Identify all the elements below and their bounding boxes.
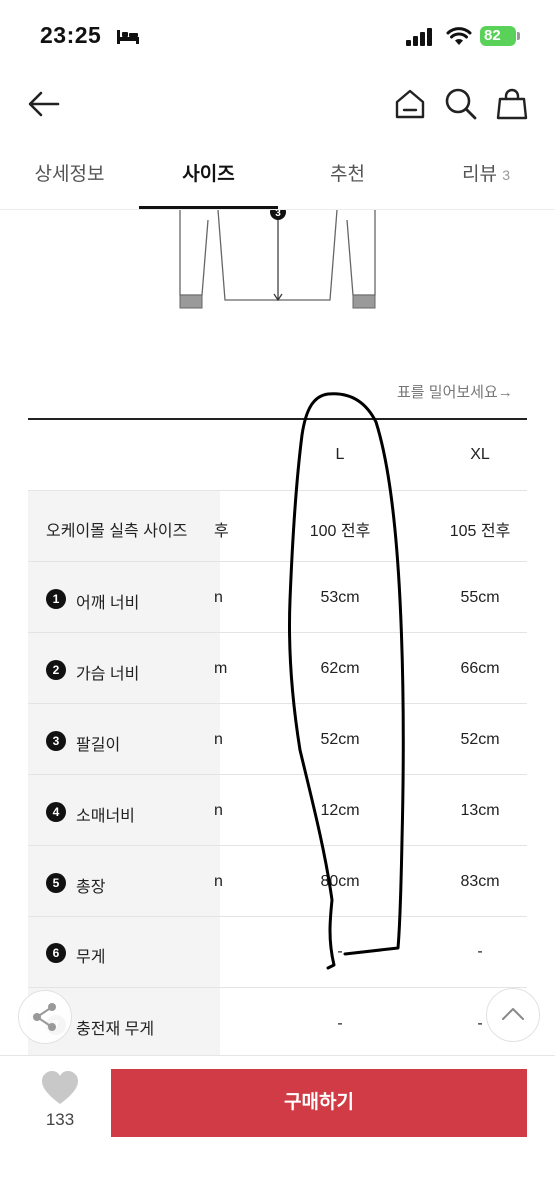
row-label-weight: 무게 — [76, 949, 106, 966]
tab-review-label: 리뷰 — [461, 164, 497, 185]
buy-button[interactable]: 구매하기 — [111, 1069, 527, 1137]
hidden-column-fragment: n — [214, 873, 223, 890]
status-bar: 23:25 82 — [0, 0, 555, 72]
row-label-arm-length: 팔길이 — [76, 737, 121, 754]
home-icon[interactable] — [392, 86, 428, 122]
cell-xl-arm-length: 52cm — [460, 731, 500, 748]
tab-review[interactable]: 리뷰 3 — [417, 158, 555, 192]
battery-tip — [517, 32, 520, 40]
battery-indicator: 82 — [480, 26, 516, 46]
like-count: 133 — [45, 1110, 75, 1129]
row-label-chest: 가슴 너비 — [76, 666, 140, 683]
row-divider — [28, 987, 527, 988]
row-label-sleeve-width: 소매너비 — [76, 808, 135, 825]
tab-review-count: 3 — [502, 167, 511, 183]
hand-drawn-annotation — [287, 392, 405, 970]
tab-size[interactable]: 사이즈 — [139, 158, 278, 192]
hidden-column-fragment: m — [214, 660, 228, 677]
row-number-badge: 2 — [46, 660, 66, 680]
tab-recommend[interactable]: 추천 — [278, 158, 417, 192]
row-label-shoulder: 어깨 너비 — [76, 595, 140, 612]
cell-l-filling-weight: - — [337, 1015, 343, 1032]
sleep-mode-icon — [117, 30, 139, 44]
cell-xl-total-length: 83cm — [460, 873, 500, 890]
cell-xl-measured-size: 105 전후 — [449, 523, 511, 540]
cell-xl-weight: - — [477, 943, 483, 960]
chevron-up-icon — [502, 1008, 524, 1020]
row-label-total-length: 총장 — [76, 879, 106, 896]
cellular-signal-icon — [406, 28, 432, 46]
row-number-badge: 4 — [46, 802, 66, 822]
cell-xl-chest: 66cm — [460, 660, 500, 677]
cell-xl-sleeve-width: 13cm — [460, 802, 500, 819]
share-button[interactable] — [18, 990, 72, 1044]
row-number-badge: 3 — [46, 731, 66, 751]
row-label-column — [28, 490, 220, 1055]
wifi-icon — [446, 27, 472, 45]
tab-detail[interactable]: 상세정보 — [0, 158, 139, 192]
cell-xl-shoulder: 55cm — [460, 589, 500, 606]
row-number-badge: 6 — [46, 943, 66, 963]
hidden-column-fragment: n — [214, 731, 223, 748]
status-time: 23:25 — [40, 22, 102, 48]
scroll-top-button[interactable] — [486, 988, 540, 1042]
hidden-column-fragment: n — [214, 802, 223, 819]
hidden-column-fragment: n — [214, 589, 223, 606]
row-number-badge: 5 — [46, 873, 66, 893]
shopping-bag-icon[interactable] — [494, 86, 530, 122]
share-icon — [33, 1003, 56, 1031]
heart-icon[interactable] — [40, 1070, 80, 1106]
garment-size-diagram: 3 — [179, 210, 376, 309]
row-number-badge: 1 — [46, 589, 66, 609]
back-arrow-icon[interactable] — [26, 86, 62, 122]
diagram-marker: 3 — [275, 210, 281, 219]
row-label-filling-weight: 충전재 무게 — [76, 1021, 155, 1038]
hidden-column-fragment: 후 — [214, 523, 229, 540]
column-header-xl: XL — [470, 446, 490, 463]
row-label-measured-size: 오케이몰 실측 사이즈 — [46, 523, 188, 540]
search-icon[interactable] — [443, 86, 479, 122]
